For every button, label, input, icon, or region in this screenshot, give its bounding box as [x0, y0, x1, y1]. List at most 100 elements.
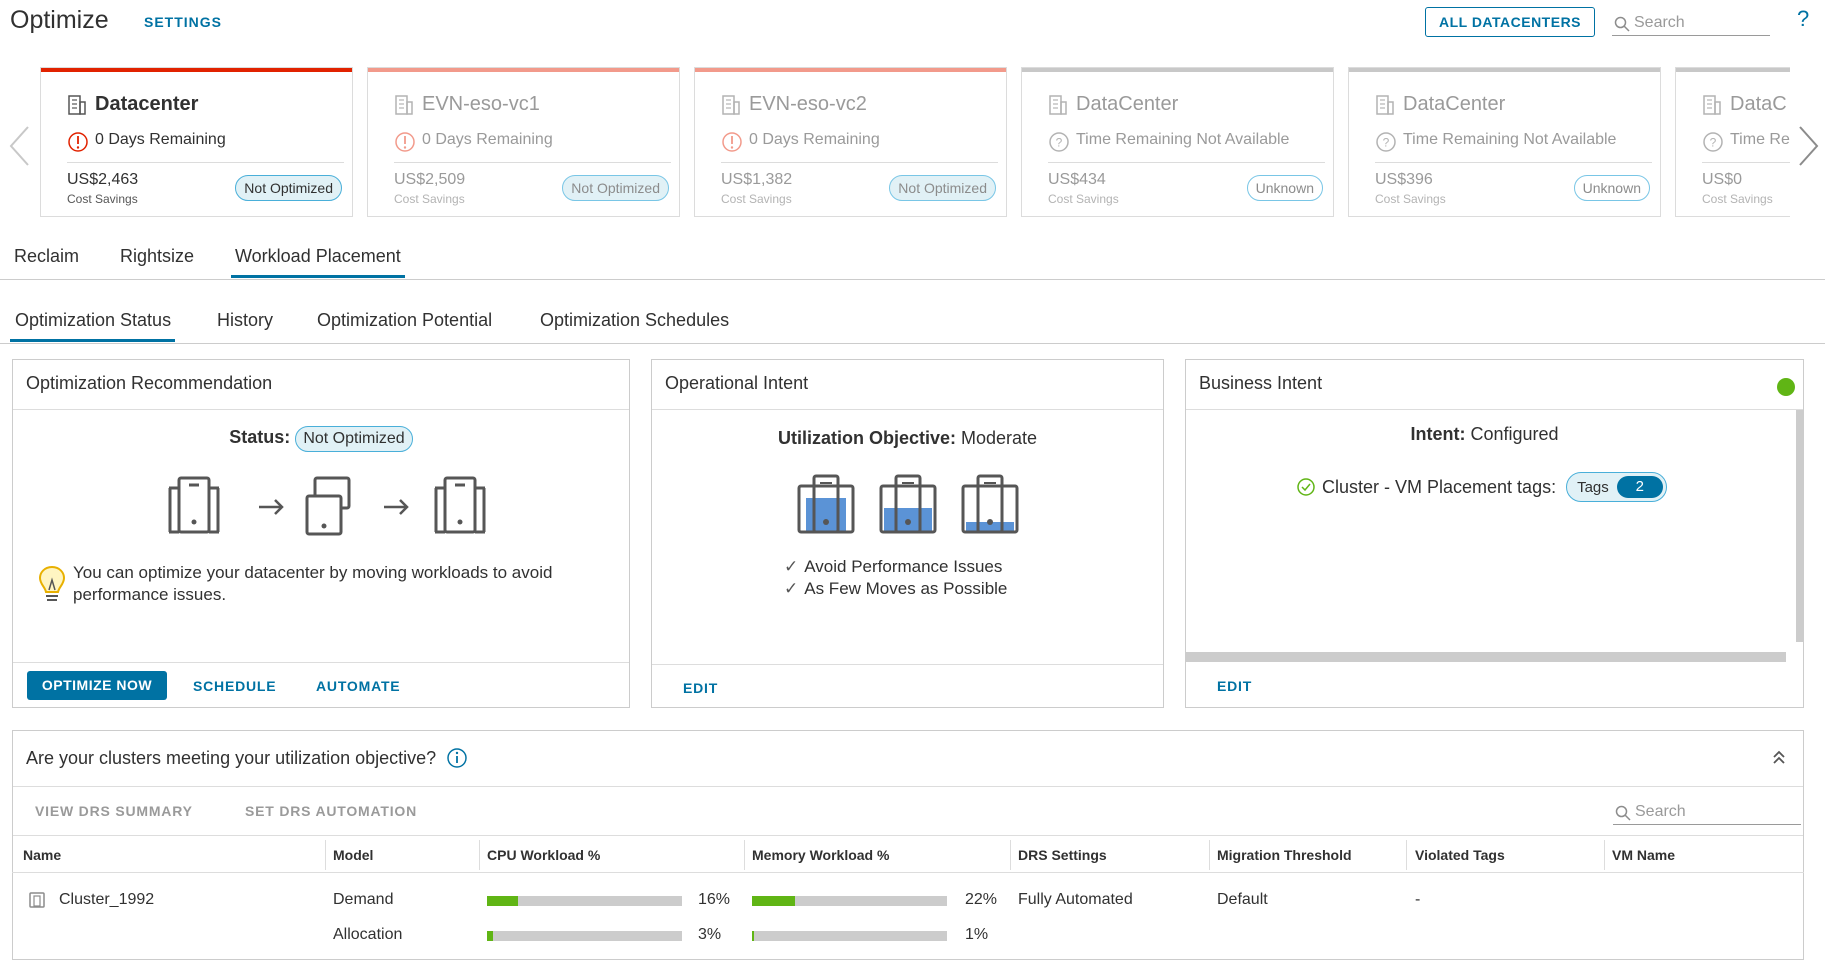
tab-rightsize[interactable]: Rightsize: [120, 246, 194, 275]
intent-checklist: ✓ Avoid Performance Issues ✓ As Few Moves …: [784, 556, 1007, 600]
tags-count: 2: [1616, 476, 1663, 498]
datacenter-icon: [1049, 95, 1067, 115]
check-item: ✓ Avoid Performance Issues: [784, 557, 1003, 576]
column-header-cpu[interactable]: CPU Workload %: [487, 847, 600, 863]
datacenter-card[interactable]: Datacenter 0 Days Remaining US$2,463 Cos…: [40, 67, 353, 217]
migration-threshold-value: Default: [1217, 891, 1268, 908]
optimize-now-button[interactable]: OPTIMIZE NOW: [27, 671, 167, 700]
checkmark-icon: ✓: [784, 579, 799, 598]
panel-title: Operational Intent: [665, 373, 809, 393]
cpu-workload-value: 3%: [698, 926, 722, 943]
objective-label: Utilization Objective:: [777, 428, 956, 448]
time-remaining: Time Re: [1730, 131, 1790, 148]
svg-text:?: ?: [1056, 136, 1063, 150]
intent-label: Intent:: [1410, 424, 1466, 444]
cost-savings-amount: US$2,463: [67, 171, 139, 188]
column-header-memory[interactable]: Memory Workload %: [752, 847, 889, 863]
cost-savings-amount: US$434: [1048, 171, 1106, 188]
tab-optimization-status[interactable]: Optimization Status: [10, 310, 176, 342]
help-circle-icon: ?: [1703, 132, 1723, 152]
datacenter-name: EVN-eso-vc1: [422, 93, 540, 115]
datacenter-icon: [1703, 95, 1721, 115]
datacenter-card[interactable]: DataC ? Time Re US$0 Cost Savings: [1675, 67, 1790, 217]
datacenter-name: DataC: [1730, 93, 1787, 115]
clusters-section: Are your clusters meeting your utilizati…: [12, 730, 1804, 960]
column-header-model[interactable]: Model: [333, 847, 373, 863]
datacenter-icon: [395, 95, 413, 115]
objective-value: Moderate: [961, 428, 1038, 448]
tab-history[interactable]: History: [217, 310, 273, 339]
tags-badge[interactable]: Tags 2: [1566, 472, 1667, 502]
datacenter-card[interactable]: DataCenter ? Time Remaining Not Availabl…: [1021, 67, 1334, 217]
tab-optimization-schedules[interactable]: Optimization Schedules: [540, 310, 729, 339]
check-item: ✓ As Few Moves as Possible: [784, 579, 1008, 598]
datacenter-name: Datacenter: [95, 93, 199, 115]
datacenter-name: DataCenter: [1076, 93, 1179, 115]
search-placeholder: Search: [1635, 803, 1686, 820]
cluster-search-input[interactable]: Search: [1613, 799, 1801, 825]
carousel-next-button[interactable]: [1798, 125, 1820, 174]
cost-savings-amount: US$1,382: [721, 171, 793, 188]
tab-optimization-potential[interactable]: Optimization Potential: [317, 310, 492, 339]
status-badge: Not Optimized: [562, 175, 669, 201]
cost-savings-amount: US$0: [1702, 171, 1743, 188]
time-remaining: 0 Days Remaining: [95, 131, 226, 148]
time-remaining: Time Remaining Not Available: [1076, 131, 1290, 148]
business-intent-panel: Business Intent Intent: Configured Clust…: [1185, 359, 1804, 708]
time-remaining: 0 Days Remaining: [749, 131, 880, 148]
migration-illustration-icon: [168, 476, 486, 536]
settings-link[interactable]: SETTINGS: [144, 14, 222, 30]
set-drs-automation-button[interactable]: SET DRS AUTOMATION: [245, 803, 417, 819]
status-dot-icon: [1777, 378, 1795, 396]
violated-tags-value: -: [1415, 891, 1421, 908]
help-circle-icon: ?: [1049, 132, 1069, 152]
clusters-heading: Are your clusters meeting your utilizati…: [26, 747, 468, 769]
cluster-name[interactable]: Cluster_1992: [59, 891, 154, 909]
datacenter-icon: [1376, 95, 1394, 115]
column-header-threshold[interactable]: Migration Threshold: [1217, 847, 1352, 863]
status-badge: Not Optimized: [889, 175, 996, 201]
collapse-icon[interactable]: [1771, 749, 1787, 765]
check-circle-icon: [1297, 478, 1315, 496]
tab-reclaim[interactable]: Reclaim: [14, 246, 79, 275]
cost-savings-amount: US$396: [1375, 171, 1433, 188]
datacenter-icon: [68, 95, 86, 115]
datacenter-card[interactable]: EVN-eso-vc1 0 Days Remaining US$2,509 Co…: [367, 67, 680, 217]
all-datacenters-button[interactable]: ALL DATACENTERS: [1425, 7, 1595, 37]
column-header-vm-name[interactable]: VM Name: [1612, 847, 1675, 863]
optimization-tip: You can optimize your datacenter by movi…: [73, 563, 553, 604]
checkmark-icon: ✓: [784, 557, 799, 576]
drs-settings-value: Fully Automated: [1018, 891, 1133, 908]
datacenter-card[interactable]: EVN-eso-vc2 0 Days Remaining US$1,382 Co…: [694, 67, 1007, 217]
cost-savings-label: Cost Savings: [394, 192, 465, 206]
error-icon: [722, 132, 742, 152]
intent-value: Configured: [1470, 424, 1559, 444]
bar-fill: [487, 896, 519, 906]
server-utilization-icon: [797, 474, 1019, 534]
vertical-scrollbar[interactable]: [1796, 410, 1804, 642]
panel-title: Optimization Recommendation: [26, 373, 273, 393]
schedule-button[interactable]: SCHEDULE: [193, 678, 276, 694]
status-row: Status: Not Optimized: [13, 426, 629, 452]
automate-button[interactable]: AUTOMATE: [316, 678, 400, 694]
svg-text:?: ?: [1710, 136, 1717, 150]
horizontal-scrollbar[interactable]: [1186, 652, 1786, 662]
info-icon[interactable]: [446, 747, 468, 769]
cost-savings-amount: US$2,509: [394, 171, 466, 188]
view-drs-summary-button[interactable]: VIEW DRS SUMMARY: [35, 803, 193, 819]
column-header-drs[interactable]: DRS Settings: [1018, 847, 1107, 863]
search-icon: [1615, 805, 1631, 821]
time-remaining: 0 Days Remaining: [422, 131, 553, 148]
datacenter-card[interactable]: DataCenter ? Time Remaining Not Availabl…: [1348, 67, 1661, 217]
memory-workload-bar: [752, 896, 947, 906]
edit-operational-intent-button[interactable]: EDIT: [683, 680, 718, 696]
cluster-icon: [29, 892, 45, 908]
status-badge: Unknown: [1246, 175, 1323, 201]
edit-business-intent-button[interactable]: EDIT: [1217, 678, 1252, 694]
utilization-objective: Utilization Objective: Moderate: [652, 428, 1163, 449]
column-header-name[interactable]: Name: [23, 847, 61, 863]
column-header-violated-tags[interactable]: Violated Tags: [1415, 847, 1505, 863]
help-icon[interactable]: ?: [1797, 6, 1809, 32]
search-input[interactable]: Search: [1612, 10, 1770, 36]
tab-workload-placement[interactable]: Workload Placement: [231, 246, 405, 278]
